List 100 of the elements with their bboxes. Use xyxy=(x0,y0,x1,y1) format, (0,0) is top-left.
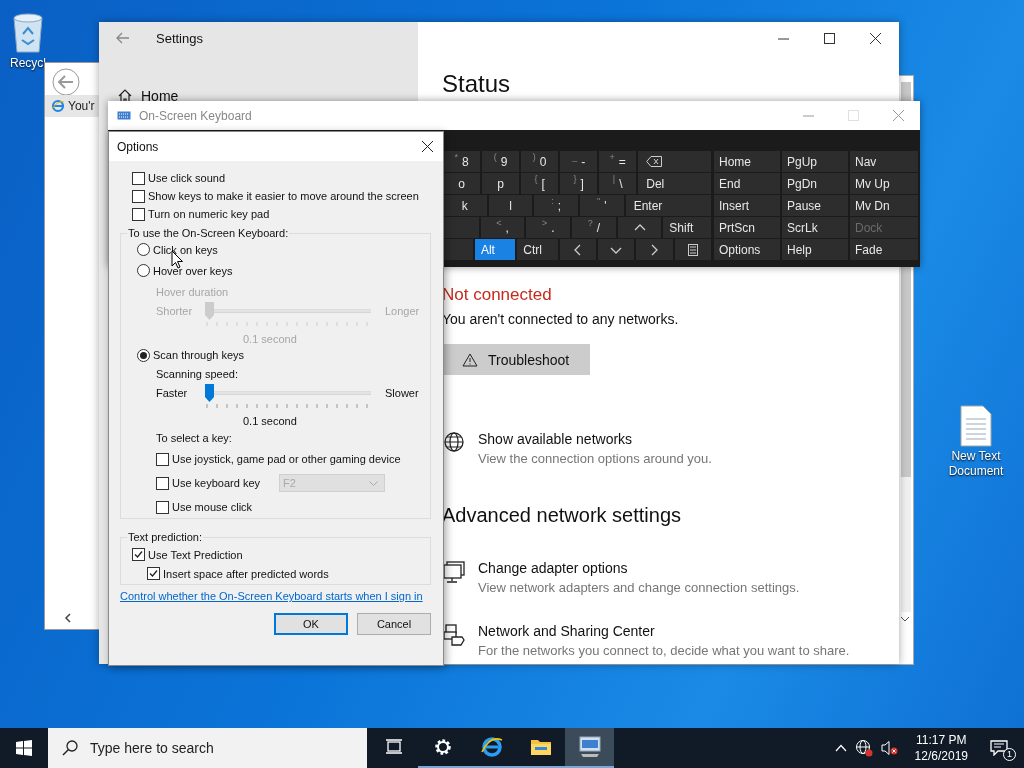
checkbox[interactable] xyxy=(132,171,145,185)
keyboard-key[interactable]: : ; xyxy=(534,195,578,216)
radio-button[interactable] xyxy=(137,264,150,277)
globe-icon[interactable] xyxy=(854,739,873,757)
page-heading: Status xyxy=(442,70,511,98)
keyboard-key[interactable]: } ] xyxy=(560,173,598,194)
keyboard-key[interactable]: ScrLk xyxy=(782,217,848,238)
keyboard-key[interactable]: Pause xyxy=(782,195,848,216)
backspace-key[interactable] xyxy=(638,151,711,172)
clock-date[interactable]: 12/6/2019 xyxy=(914,748,968,764)
back-icon[interactable] xyxy=(51,67,81,97)
checkbox-label[interactable]: Use click sound xyxy=(148,172,226,184)
notifications-button[interactable]: 1 xyxy=(990,737,1014,759)
keyboard-key[interactable]: _ - xyxy=(560,151,598,172)
keyboard-key[interactable]: PgDn xyxy=(782,173,848,194)
keyboard-key[interactable] xyxy=(443,239,473,260)
checkbox-label[interactable]: Turn on numeric key pad xyxy=(148,208,270,220)
keyboard-key[interactable]: Home xyxy=(714,151,780,172)
arrow-key[interactable] xyxy=(559,239,596,260)
backspace-icon xyxy=(646,156,663,167)
keyboard-key[interactable]: " ' xyxy=(579,195,624,216)
speaker-muted-icon[interactable] xyxy=(880,740,899,756)
slider-thumb[interactable] xyxy=(205,384,214,402)
keyboard-key[interactable]: < , xyxy=(480,217,525,238)
checkbox-label[interactable]: Insert space after predicted words xyxy=(163,567,329,580)
keyboard-key[interactable]: ) 0 xyxy=(521,151,559,172)
keyboard-key[interactable]: Mv Dn xyxy=(850,195,918,216)
checkbox[interactable] xyxy=(147,567,160,580)
nav-item[interactable]: Home xyxy=(141,88,179,104)
setting-description: For the networks you connect to, decide what you want to share. xyxy=(478,642,850,660)
keyboard-key[interactable]: Options xyxy=(714,239,780,260)
radio-label[interactable]: Scan through keys xyxy=(153,349,245,361)
setting-link[interactable]: Change adapter options xyxy=(478,558,800,578)
close-icon[interactable] xyxy=(422,141,433,152)
keyboard-key[interactable]: o xyxy=(443,173,481,194)
keyboard-key[interactable]: Ctrl xyxy=(517,239,558,260)
arrow-key[interactable] xyxy=(597,239,635,260)
checkbox[interactable] xyxy=(156,452,169,466)
keyboard-key[interactable]: + = xyxy=(599,151,637,172)
troubleshoot-button[interactable]: Troubleshoot xyxy=(442,344,590,375)
keyboard-key[interactable]: l xyxy=(488,195,533,216)
status-detail: You aren't connected to any networks. xyxy=(442,310,679,329)
keyboard-key[interactable]: Insert xyxy=(714,195,780,216)
checkbox-label[interactable]: Show keys to make it easier to move around the screen xyxy=(148,190,419,202)
radio-button[interactable] xyxy=(137,348,150,362)
desktop-icon-label[interactable]: Recycl xyxy=(10,56,46,71)
document-icon[interactable] xyxy=(959,405,993,447)
scroll-left-icon[interactable] xyxy=(64,613,72,623)
close-icon[interactable] xyxy=(870,32,881,44)
keyboard-key[interactable]: { [ xyxy=(521,173,559,194)
keyboard-key[interactable] xyxy=(443,217,479,238)
keyboard-key[interactable]: End xyxy=(714,173,780,194)
desktop-icon-label[interactable]: New Text Document xyxy=(944,449,1008,479)
slider-label: Hover duration xyxy=(156,285,230,300)
checkbox-label[interactable]: Use mouse click xyxy=(172,501,253,513)
back-arrow-icon[interactable] xyxy=(116,32,130,44)
checkbox-label[interactable]: Use Text Prediction xyxy=(148,548,243,561)
keyboard-key[interactable]: k xyxy=(443,195,487,216)
keyboard-key[interactable]: PgUp xyxy=(782,151,848,172)
keyboard-key[interactable]: Shift xyxy=(663,217,711,238)
setting-link[interactable]: Network and Sharing Center xyxy=(478,621,850,641)
keyboard-key[interactable]: | \ xyxy=(599,173,637,194)
keyboard-key[interactable]: > . xyxy=(526,217,571,238)
checkbox[interactable] xyxy=(132,548,145,561)
scroll-down-icon[interactable] xyxy=(900,616,910,622)
chevron-up-icon[interactable] xyxy=(834,744,847,752)
keyboard-key[interactable]: Help xyxy=(782,239,848,260)
dialog-button[interactable]: Cancel xyxy=(357,613,431,635)
keyboard-key[interactable]: ( 9 xyxy=(482,151,520,172)
taskbar-button[interactable] xyxy=(565,728,614,768)
checkbox[interactable] xyxy=(132,189,145,203)
setting-link[interactable]: Show available networks xyxy=(478,429,712,449)
link[interactable]: Control whether the On-Screen Keyboard starts when I sign in xyxy=(120,590,423,602)
checkbox-label[interactable]: Use joystick, game pad or other gaming device xyxy=(172,453,401,465)
section-label: To select a key: xyxy=(155,431,233,446)
clock-time[interactable]: 11:17 PM xyxy=(916,732,967,748)
maximize-icon[interactable] xyxy=(824,32,835,44)
keyboard-key[interactable]: PrtScn xyxy=(714,217,780,238)
search-field[interactable]: Type here to search xyxy=(48,728,367,768)
radio-label[interactable]: Hover over keys xyxy=(153,264,233,277)
search-icon xyxy=(62,740,78,756)
group-label: To use the On-Screen Keyboard: xyxy=(127,227,290,239)
keyboard-key[interactable]: Mv Up xyxy=(850,173,918,194)
dialog-button[interactable]: OK xyxy=(274,613,348,635)
keyboard-key[interactable]: Alt xyxy=(474,239,516,260)
menu-key[interactable] xyxy=(674,239,712,260)
checkbox[interactable] xyxy=(132,207,145,221)
keyboard-key[interactable]: Enter xyxy=(625,195,711,216)
checkbox[interactable] xyxy=(156,500,169,514)
keyboard-key[interactable]: Del xyxy=(638,173,711,194)
section-heading: Advanced network settings xyxy=(442,503,682,528)
keyboard-key[interactable]: Fade xyxy=(850,239,918,260)
windows-start-icon[interactable] xyxy=(16,740,32,756)
arrow-key[interactable] xyxy=(617,217,662,238)
keyboard-key[interactable]: ? / xyxy=(572,217,616,238)
keyboard-key[interactable]: p xyxy=(482,173,520,194)
keyboard-key[interactable]: Nav xyxy=(850,151,918,172)
keyboard-key[interactable]: * 8 xyxy=(443,151,481,172)
radio-button[interactable] xyxy=(137,243,150,256)
window-title: On-Screen Keyboard xyxy=(139,108,252,123)
